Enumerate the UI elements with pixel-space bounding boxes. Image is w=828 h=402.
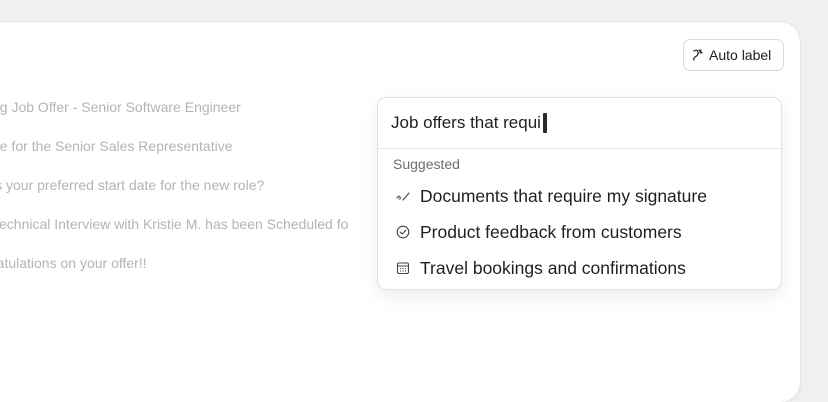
suggestion-item[interactable]: Travel bookings and confirmations [378,250,781,286]
auto-label-button[interactable]: Auto label [683,39,784,71]
email-subject[interactable]: ne for the Senior Sales Representative [0,138,232,154]
search-dropdown: Job offers that requi Suggested Document… [377,97,782,290]
suggestion-label: Documents that require my signature [420,185,707,206]
suggestion-item[interactable]: Product feedback from customers [378,214,781,250]
email-subject[interactable]: is your preferred start date for the new… [0,177,264,193]
text-caret [542,113,547,133]
email-subject[interactable]: Technical Interview with Kristie M. has … [0,216,348,232]
suggestion-label: Product feedback from customers [420,221,682,242]
sparkle-icon [692,48,704,62]
search-query-text: Job offers that requi [391,113,541,132]
suggested-header: Suggested [393,156,460,172]
search-input[interactable]: Job offers that requi [378,98,781,149]
calendar-icon [395,261,411,275]
suggestion-item[interactable]: Documents that require my signature [378,178,781,214]
check-circle-icon [395,225,411,239]
suggestion-label: Travel bookings and confirmations [420,257,686,278]
email-subject[interactable]: ng Job Offer - Senior Software Engineer [0,99,241,115]
signature-icon [395,190,411,202]
email-subject[interactable]: ratulations on your offer!! [0,255,147,271]
auto-label-text: Auto label [709,47,772,63]
